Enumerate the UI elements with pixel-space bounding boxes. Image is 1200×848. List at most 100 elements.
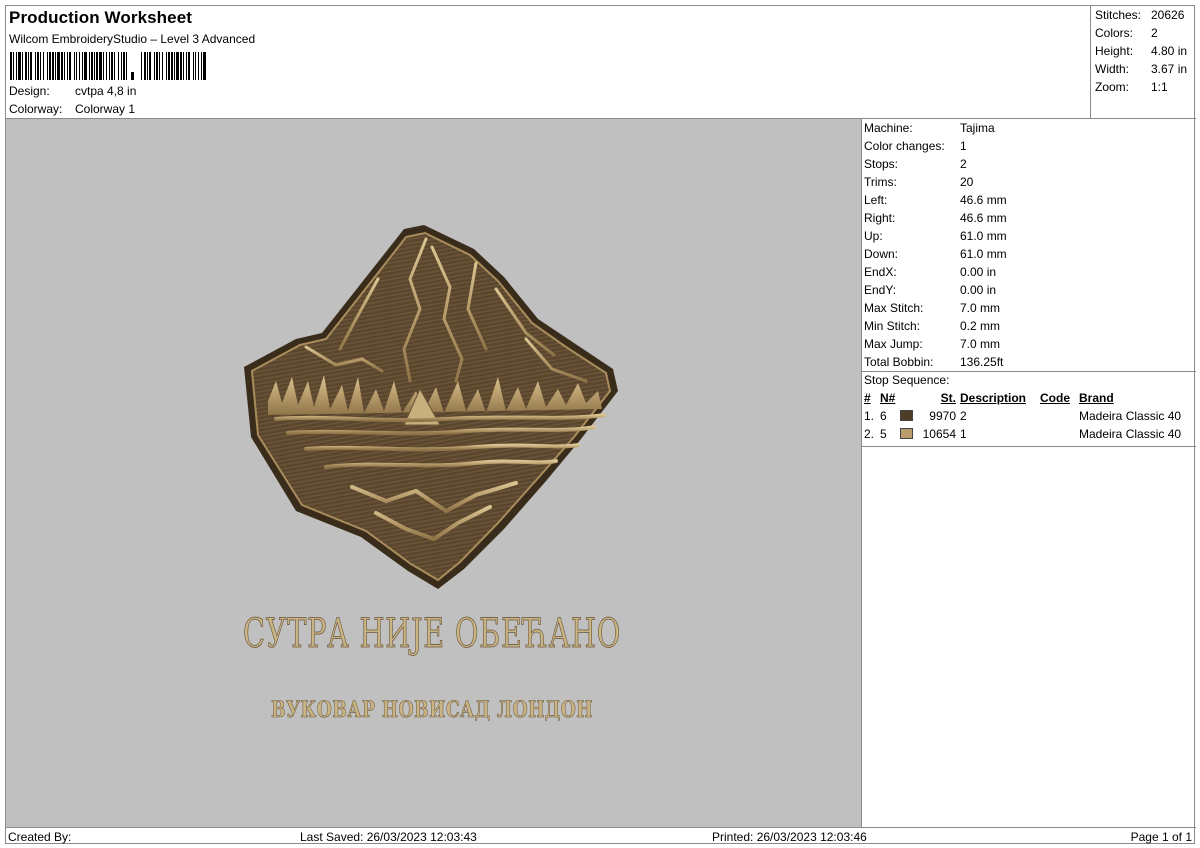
info-row: Stops: 2 bbox=[864, 157, 967, 171]
info-row: Color changes: 1 bbox=[864, 139, 967, 153]
barcode-bar bbox=[174, 52, 175, 80]
thread-color-swatch bbox=[900, 428, 913, 439]
barcode-bar bbox=[159, 52, 160, 80]
barcode-bar bbox=[96, 52, 98, 80]
barcode-bar bbox=[147, 52, 148, 80]
barcode-bar bbox=[162, 52, 163, 80]
barcode-bar bbox=[10, 52, 12, 80]
design-value: cvtpa 4,8 in bbox=[75, 84, 137, 98]
barcode-bar bbox=[193, 52, 194, 80]
barcode-bar bbox=[91, 52, 93, 80]
design-preview: СУТРА НИЈЕ ОБЕЋАНО ВУКОВАР НОВИСАД ЛОНДО… bbox=[6, 119, 862, 827]
design-row: Design: cvtpa 4,8 in bbox=[9, 84, 136, 98]
stat-row: Width: 3.67 in bbox=[1095, 62, 1188, 76]
info-row: Machine: Tajima bbox=[864, 121, 995, 135]
info-row: Trims: 20 bbox=[864, 175, 974, 189]
col-needle: N# bbox=[880, 391, 896, 405]
info-row: Left: 46.6 mm bbox=[864, 193, 1007, 207]
info-row: Min Stitch: 0.2 mm bbox=[864, 319, 1001, 333]
barcode-bar bbox=[76, 52, 77, 80]
worksheet-footer: Created By: Last Saved: 26/03/2023 12:03… bbox=[6, 827, 1196, 845]
design-cities: ВУКОВАР НОВИСАД ЛОНДОН bbox=[271, 697, 593, 723]
barcode-bar bbox=[61, 52, 63, 80]
col-index: # bbox=[864, 391, 871, 405]
info-row: Max Stitch: 7.0 mm bbox=[864, 301, 1001, 315]
barcode-bar bbox=[166, 52, 167, 80]
barcode-bar bbox=[126, 52, 127, 80]
barcode-bar bbox=[74, 52, 75, 80]
barcode-bar bbox=[121, 52, 122, 80]
barcode-bar bbox=[111, 52, 113, 80]
col-stitches: St. bbox=[940, 391, 956, 405]
info-row: EndX: 0.00 in bbox=[864, 265, 997, 279]
stats-panel: Stitches: 20626 Colors: 2 Height: 4.80 in W… bbox=[1090, 6, 1196, 119]
page-number: Page 1 of 1 bbox=[1130, 830, 1192, 844]
barcode-bar bbox=[141, 52, 142, 80]
stat-row: Height: 4.80 in bbox=[1095, 44, 1188, 58]
printed-date: Printed: 26/03/2023 12:03:46 bbox=[712, 830, 867, 844]
barcode-bar bbox=[55, 52, 56, 80]
barcode-bar bbox=[57, 52, 60, 80]
barcode-bar bbox=[154, 52, 155, 80]
barcode-bar bbox=[201, 52, 202, 80]
barcode-bar bbox=[103, 52, 104, 80]
table-row: 1. 6 9970 2 Madeira Classic 40 bbox=[864, 409, 1182, 423]
colorway-label: Colorway: bbox=[9, 102, 63, 116]
stop-sequence-label: Stop Sequence: bbox=[864, 373, 950, 387]
barcode-bar bbox=[89, 52, 90, 80]
barcode-bar bbox=[79, 52, 80, 80]
last-saved: Last Saved: 26/03/2023 12:03:43 bbox=[300, 830, 477, 844]
barcode-bar bbox=[168, 52, 170, 80]
barcode-bar bbox=[188, 52, 190, 80]
barcode-bar bbox=[28, 52, 29, 80]
barcode-bar bbox=[171, 52, 173, 80]
created-by: Created By: bbox=[8, 830, 72, 844]
info-row: Up: 61.0 mm bbox=[864, 229, 1007, 243]
barcode-bar bbox=[149, 52, 151, 80]
worksheet: Production Worksheet Wilcom EmbroiderySt… bbox=[5, 5, 1196, 845]
barcode-bar bbox=[198, 52, 199, 80]
barcode-bar bbox=[47, 52, 48, 80]
stop-sequence: Stop Sequence: # N# St. Description Code… bbox=[862, 371, 1196, 447]
barcode-bar bbox=[37, 52, 39, 80]
barcode-bar bbox=[30, 52, 32, 80]
barcode-bar bbox=[99, 52, 102, 80]
barcode-bar bbox=[176, 52, 179, 80]
thread-color-swatch bbox=[900, 410, 913, 421]
worksheet-header: Production Worksheet Wilcom EmbroiderySt… bbox=[6, 6, 1196, 119]
barcode-bar bbox=[18, 52, 21, 80]
barcode-bar bbox=[49, 52, 51, 80]
col-code: Code bbox=[1040, 391, 1070, 405]
barcode-bar bbox=[84, 52, 87, 80]
barcode-bar bbox=[183, 52, 184, 80]
barcode-bar bbox=[186, 52, 187, 80]
barcode-bar bbox=[106, 52, 107, 80]
barcode-bar bbox=[109, 52, 110, 80]
barcode-bar bbox=[82, 52, 83, 80]
design-label: Design: bbox=[9, 84, 50, 98]
info-row: Right: 46.6 mm bbox=[864, 211, 1007, 225]
barcode-bar bbox=[43, 52, 44, 80]
colorway-value: Colorway 1 bbox=[75, 102, 136, 116]
barcode-bar bbox=[35, 52, 36, 80]
barcode-bar bbox=[52, 52, 54, 80]
col-brand: Brand bbox=[1079, 391, 1114, 405]
stat-row: Stitches: 20626 bbox=[1095, 8, 1185, 22]
barcode-bar bbox=[203, 52, 206, 80]
table-row: 2. 5 10654 1 Madeira Classic 40 bbox=[864, 427, 1182, 441]
barcode-bar bbox=[22, 52, 23, 80]
barcode-bar bbox=[195, 52, 196, 80]
info-row: EndY: 0.00 in bbox=[864, 283, 997, 297]
col-description: Description bbox=[960, 391, 1027, 405]
colorway-row: Colorway: Colorway 1 bbox=[9, 102, 135, 116]
stat-row: Colors: 2 bbox=[1095, 26, 1158, 40]
barcode-bar bbox=[67, 52, 68, 80]
barcode-bar bbox=[131, 72, 134, 80]
barcode-bar bbox=[114, 52, 115, 80]
barcode-bar bbox=[94, 52, 95, 80]
page-title: Production Worksheet bbox=[9, 8, 193, 27]
barcode-bar bbox=[16, 52, 17, 80]
info-row: Down: 61.0 mm bbox=[864, 247, 1007, 261]
stat-row: Zoom: 1:1 bbox=[1095, 80, 1168, 94]
barcode-bar bbox=[69, 52, 71, 80]
